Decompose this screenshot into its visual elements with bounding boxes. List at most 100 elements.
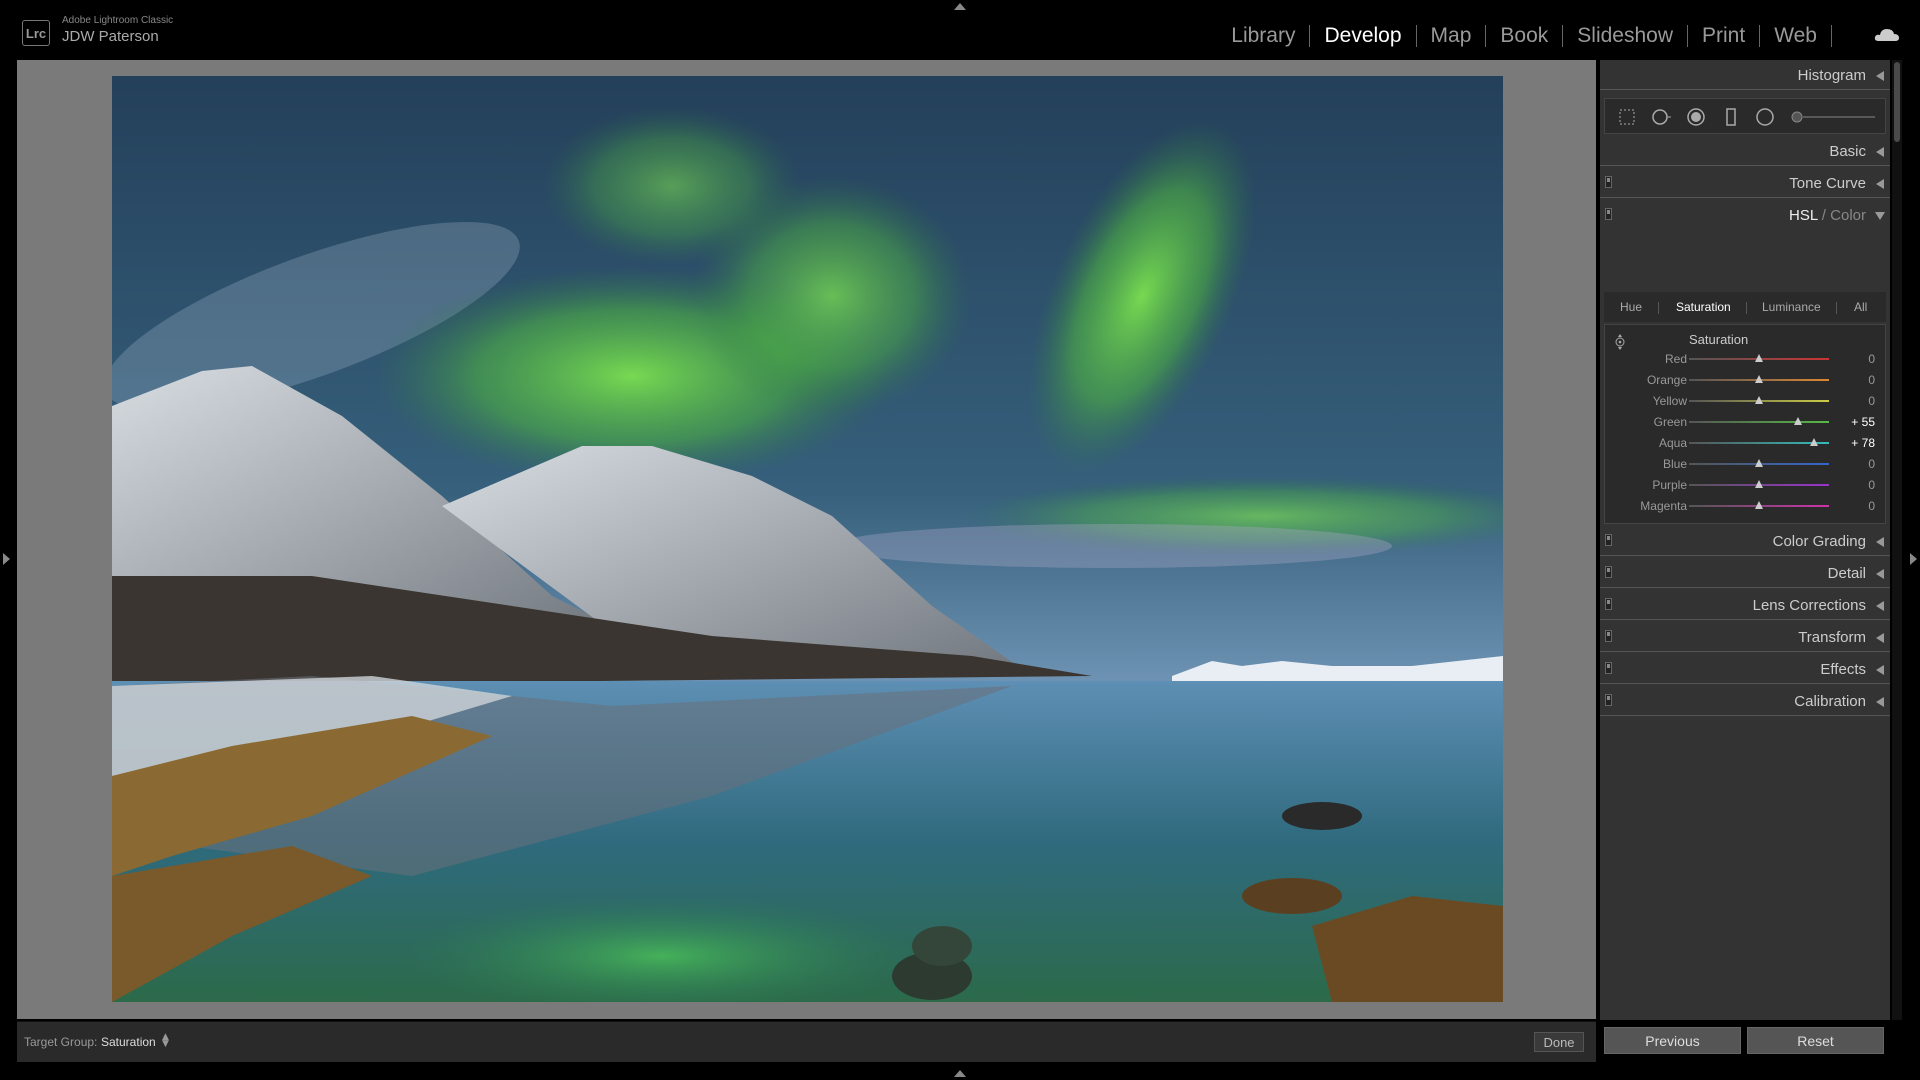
tab-all[interactable]: All [1854,300,1867,314]
slider-thumb[interactable] [1755,501,1763,509]
top-panel-toggle-icon[interactable] [954,3,966,10]
previous-button[interactable]: Previous [1604,1027,1741,1054]
slider-thumb[interactable] [1755,480,1763,488]
calibration-header[interactable]: Calibration [1600,686,1890,716]
slider-thumb[interactable] [1755,396,1763,404]
collapse-arrow-icon [1876,569,1884,579]
slider-value[interactable]: 0 [1868,394,1875,408]
module-book[interactable]: Book [1486,24,1562,48]
slider-label: Purple [1652,478,1687,492]
tab-saturation[interactable]: Saturation [1676,300,1731,314]
scrollbar-thumb[interactable] [1894,62,1900,142]
app-product-name: Adobe Lightroom Classic [62,15,174,26]
lrc-logo-icon: Lrc [22,20,50,46]
module-print[interactable]: Print [1688,24,1759,48]
slider-row-aqua: Aqua + 78 [1605,433,1887,453]
histogram-header[interactable]: Histogram [1600,60,1890,90]
photo-preview[interactable] [112,76,1503,1002]
updown-chevron-icon[interactable]: ▲ ▼ [162,1033,169,1049]
slider-row-red: Red 0 [1605,349,1887,369]
lens-corrections-header[interactable]: Lens Corrections [1600,590,1890,620]
slider-track[interactable] [1689,442,1829,444]
slider-track[interactable] [1689,421,1829,423]
target-group-select[interactable]: Saturation [101,1035,156,1049]
panel-title: HSL / Color [1789,207,1866,224]
tab-separator [1658,302,1659,314]
panel-title: Effects [1820,661,1866,678]
spot-removal-icon[interactable] [1651,107,1671,127]
slider-label: Magenta [1640,499,1687,513]
panel-title: Basic [1829,143,1866,160]
slider-value[interactable]: 0 [1868,478,1875,492]
panel-switch-icon[interactable] [1605,208,1612,220]
slider-label: Yellow [1652,394,1687,408]
panel-switch-icon[interactable] [1605,630,1612,642]
section-title: Saturation [1689,332,1749,347]
tone-curve-header[interactable]: Tone Curve [1600,168,1890,198]
right-panel-toggle-icon[interactable] [1910,553,1917,565]
panel-switch-icon[interactable] [1605,534,1612,546]
filmstrip-toggle-icon[interactable] [954,1070,966,1077]
collapse-arrow-icon [1876,537,1884,547]
radial-filter-icon[interactable] [1755,107,1775,127]
target-group-label: Target Group: [24,1035,98,1049]
expand-arrow-icon [1875,212,1885,220]
slider-value[interactable]: 0 [1868,373,1875,387]
module-library[interactable]: Library [1217,24,1309,48]
slider-label: Aqua [1658,436,1687,450]
panel-switch-icon[interactable] [1605,662,1612,674]
cloud-icon[interactable] [1874,28,1900,42]
reset-button[interactable]: Reset [1747,1027,1884,1054]
done-button[interactable]: Done [1534,1032,1584,1052]
basic-header[interactable]: Basic [1600,136,1890,166]
module-map[interactable]: Map [1417,24,1486,48]
panel-switch-icon[interactable] [1605,694,1612,706]
tab-luminance[interactable]: Luminance [1762,300,1821,314]
graduated-filter-icon[interactable] [1721,107,1741,127]
panel-switch-icon[interactable] [1605,176,1612,188]
slider-value[interactable]: 0 [1868,352,1875,366]
transform-header[interactable]: Transform [1600,622,1890,652]
adjustment-brush-icon[interactable] [1791,107,1877,127]
module-develop[interactable]: Develop [1310,24,1415,48]
slider-label: Red [1664,352,1687,366]
left-panel-toggle-icon[interactable] [3,553,10,565]
color-title[interactable]: Color [1830,207,1866,224]
aurora-landscape-photo [112,76,1503,1002]
collapse-arrow-icon [1876,665,1884,675]
collapse-arrow-icon [1876,601,1884,611]
slider-thumb[interactable] [1793,417,1802,425]
panel-switch-icon[interactable] [1605,598,1612,610]
panel-title: Detail [1827,565,1866,582]
module-slideshow[interactable]: Slideshow [1563,24,1687,48]
crop-icon[interactable] [1617,107,1637,127]
slider-row-yellow: Yellow 0 [1605,391,1887,411]
tab-hue[interactable]: Hue [1620,300,1642,314]
slider-thumb[interactable] [1755,354,1763,362]
hsl-color-header[interactable]: HSL / Color [1600,200,1890,230]
tool-strip [1604,98,1886,134]
slider-value[interactable]: + 78 [1851,436,1875,450]
detail-header[interactable]: Detail [1600,558,1890,588]
slider-value[interactable]: 0 [1868,499,1875,513]
hsl-title[interactable]: HSL [1789,207,1818,224]
right-panel-scrollbar[interactable] [1892,60,1902,1020]
slider-value[interactable]: + 55 [1851,415,1875,429]
module-web[interactable]: Web [1760,24,1831,48]
slider-thumb[interactable] [1755,459,1763,467]
slider-row-green: Green + 55 [1605,412,1887,432]
effects-header[interactable]: Effects [1600,654,1890,684]
hsl-tab-bar: Hue Saturation Luminance All [1604,292,1886,322]
slider-thumb[interactable] [1809,438,1818,446]
slider-thumb[interactable] [1755,375,1763,383]
module-picker: Library Develop Map Book Slideshow Print… [1217,24,1832,48]
red-eye-icon[interactable] [1686,107,1706,127]
collapse-arrow-icon [1876,179,1884,189]
panel-title: Tone Curve [1789,175,1866,192]
module-separator [1831,25,1832,47]
panel-switch-icon[interactable] [1605,566,1612,578]
image-canvas[interactable] [17,60,1596,1019]
identity-plate[interactable]: JDW Paterson [62,28,159,45]
slider-value[interactable]: 0 [1868,457,1875,471]
color-grading-header[interactable]: Color Grading [1600,526,1890,556]
